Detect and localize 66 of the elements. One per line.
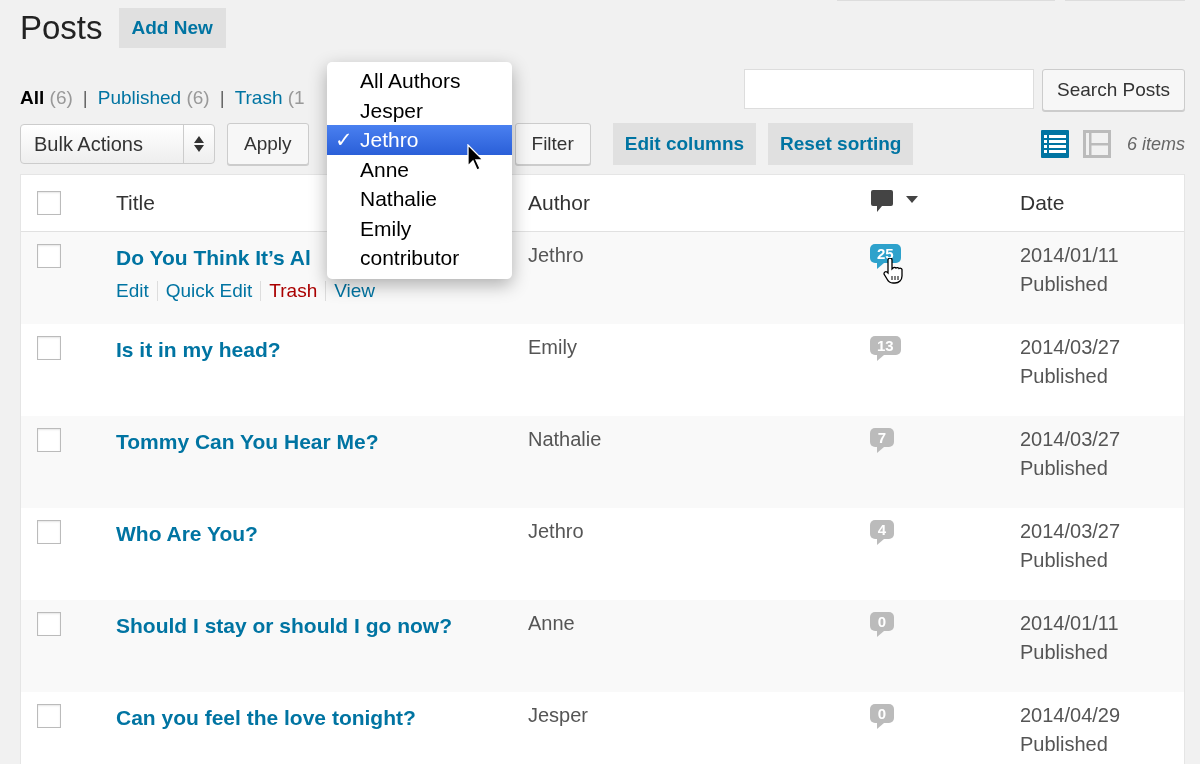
list-view-icon[interactable] — [1040, 130, 1069, 158]
filter-button[interactable]: Filter — [514, 123, 591, 165]
separator: | — [219, 87, 225, 109]
hand-cursor-icon — [882, 258, 904, 284]
author-cell: Emily — [528, 336, 577, 358]
row-action-link[interactable]: Trash — [269, 280, 318, 302]
column-header[interactable]: Date — [1020, 191, 1065, 215]
add-new-button[interactable]: Add New — [118, 8, 226, 48]
row-checkbox[interactable] — [37, 704, 61, 728]
row-checkbox[interactable] — [37, 520, 61, 544]
row-checkbox[interactable] — [37, 336, 61, 360]
author-option[interactable]: Emily — [327, 213, 512, 243]
arrow-cursor-icon — [467, 144, 485, 172]
page-title: Posts — [20, 9, 103, 47]
status-cell-text: Published — [1020, 549, 1109, 572]
up-down-arrows-icon — [193, 134, 205, 154]
post-title-link[interactable]: Should I stay or should I go now? — [116, 614, 452, 638]
status-filter-link[interactable]: All (6) — [20, 87, 73, 109]
status-cell-text: Published — [1020, 457, 1109, 480]
author-cell: Jethro — [528, 244, 584, 266]
status-filter-link[interactable]: Published (6) — [97, 87, 210, 109]
row-checkbox[interactable] — [37, 612, 61, 636]
excerpt-view-icon[interactable] — [1082, 130, 1111, 158]
post-title-link[interactable]: Can you feel the love tonight? — [116, 706, 416, 730]
status-cell-text: Published — [1020, 365, 1109, 388]
search-button[interactable]: Search Posts — [1042, 69, 1185, 111]
row-action-link[interactable]: Quick Edit — [165, 280, 253, 302]
search-field[interactable] — [744, 69, 1034, 109]
select-all-checkbox[interactable] — [37, 191, 61, 215]
status-filter-link[interactable]: Trash (1 — [234, 87, 305, 109]
column-header[interactable]: Author — [528, 191, 590, 214]
date-cell: 2014/04/29 — [1020, 704, 1121, 727]
author-option[interactable]: ✓ Jethro — [327, 125, 512, 155]
status-cell-text: Published — [1020, 733, 1109, 756]
date-cell: 2014/01/11 — [1020, 244, 1119, 267]
post-title-link[interactable]: Who Are You? — [116, 522, 258, 546]
author-option[interactable]: contributor — [327, 243, 512, 273]
row-action-link[interactable]: Edit — [116, 280, 149, 302]
status-cell-text: Published — [1020, 273, 1109, 296]
author-option[interactable]: All Authors — [327, 66, 512, 96]
post-title-link[interactable]: Do You Think It’s Al — [116, 246, 311, 270]
apply-button[interactable]: Apply — [227, 123, 309, 165]
reset-sorting-button[interactable]: Reset sorting — [768, 123, 914, 165]
row-checkbox[interactable] — [37, 428, 61, 452]
comments-sort-icon[interactable] — [870, 188, 918, 214]
date-cell: 2014/03/27 — [1020, 520, 1121, 543]
post-title-link[interactable]: Tommy Can You Hear Me? — [116, 430, 379, 454]
status-cell-text: Published — [1020, 641, 1109, 664]
author-option[interactable]: Anne — [327, 154, 512, 184]
item-count: 6 items — [1126, 133, 1185, 155]
date-cell: 2014/01/11 — [1020, 612, 1119, 635]
author-cell: Jethro — [528, 520, 584, 542]
separator: | — [82, 87, 88, 109]
author-cell: Nathalie — [528, 428, 602, 450]
author-cell: Jesper — [528, 704, 589, 726]
bulk-actions-select[interactable]: Bulk Actions — [20, 124, 215, 164]
row-checkbox[interactable] — [37, 244, 61, 268]
date-cell: 2014/03/27 — [1020, 336, 1121, 359]
date-cell: 2014/03/27 — [1020, 428, 1121, 451]
column-header[interactable]: Title — [116, 191, 155, 214]
row-action-link[interactable]: View — [334, 280, 376, 302]
edit-columns-button[interactable]: Edit columns — [612, 123, 757, 165]
author-cell: Anne — [528, 612, 575, 634]
post-title-link[interactable]: Is it in my head? — [116, 338, 281, 362]
author-option[interactable]: Nathalie — [327, 184, 512, 214]
author-option[interactable]: Jesper — [327, 95, 512, 125]
